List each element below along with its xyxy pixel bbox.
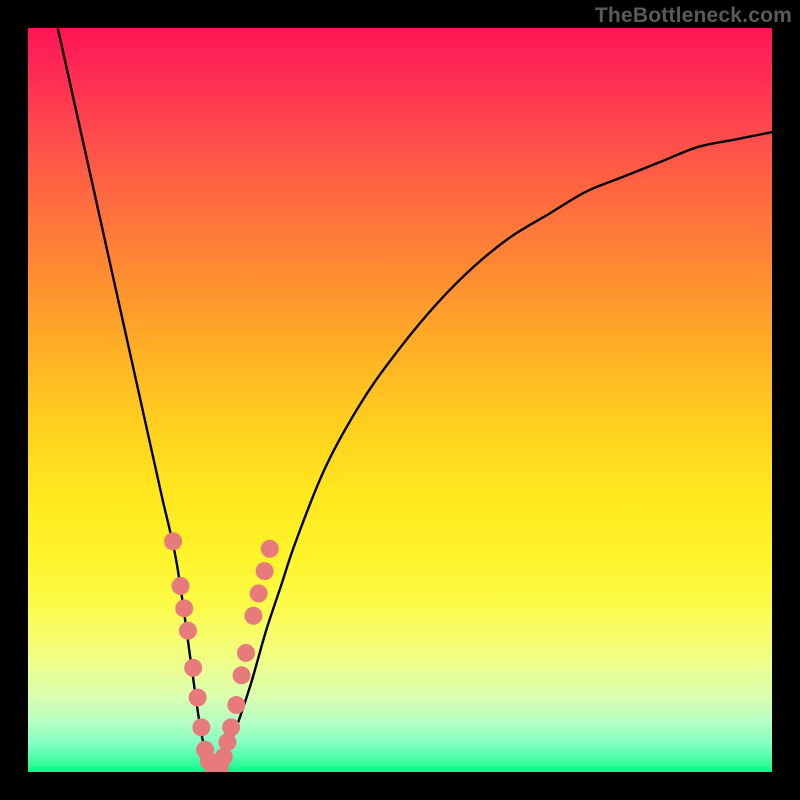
marker-dot <box>222 718 240 736</box>
chart-frame: TheBottleneck.com <box>0 0 800 800</box>
marker-dot <box>164 532 182 550</box>
plot-area <box>28 28 772 772</box>
bottleneck-curve <box>58 28 772 772</box>
marker-layer <box>164 532 279 772</box>
marker-dot <box>261 540 279 558</box>
watermark-text: TheBottleneck.com <box>595 4 792 28</box>
marker-dot <box>250 584 268 602</box>
marker-dot <box>233 666 251 684</box>
bottleneck-curve-path <box>58 28 772 772</box>
marker-dot <box>172 577 190 595</box>
marker-dot <box>184 659 202 677</box>
marker-dot <box>192 718 210 736</box>
marker-dot <box>179 622 197 640</box>
marker-dot <box>227 696 245 714</box>
marker-dot <box>189 689 207 707</box>
marker-dot <box>256 562 274 580</box>
marker-dot <box>244 607 262 625</box>
marker-dot <box>237 644 255 662</box>
marker-dot <box>175 599 193 617</box>
curve-layer <box>28 28 772 772</box>
